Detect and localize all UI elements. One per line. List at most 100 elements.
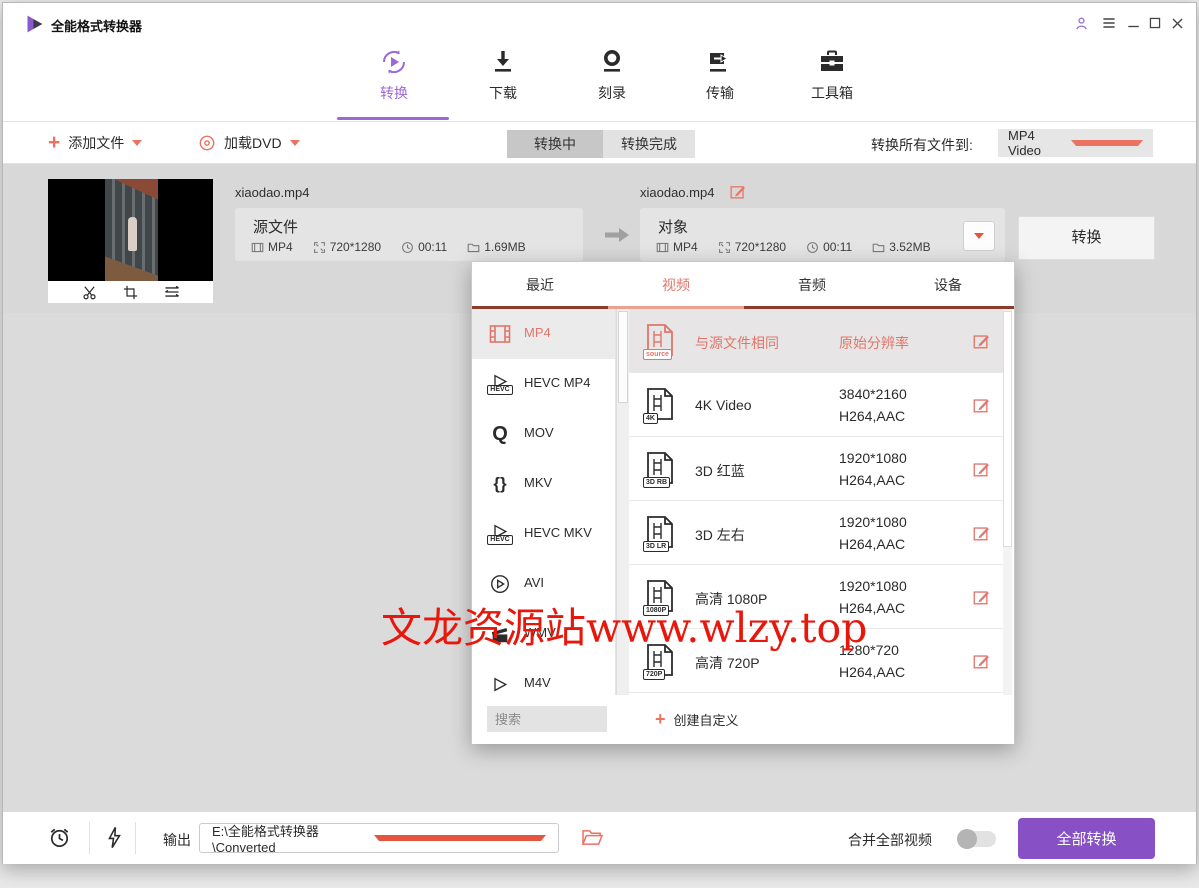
duration-stat: 00:11 bbox=[401, 240, 447, 254]
video-file-icon: 3D LR bbox=[643, 515, 679, 552]
thumbnail-toolbar bbox=[48, 281, 213, 303]
convert-all-to-label: 转换所有文件到: bbox=[871, 137, 973, 153]
close-button[interactable] bbox=[1167, 13, 1187, 33]
create-custom-button[interactable]: + 创建自定义 bbox=[655, 709, 739, 729]
merge-videos-toggle[interactable] bbox=[957, 829, 996, 849]
format-item-hevc-mkv[interactable]: HEVC HEVC MKV bbox=[472, 509, 615, 559]
preset-list: source 与源文件相同 原始分辨率 4K 4K Video 3840*216… bbox=[629, 309, 1006, 695]
preset-list-scrollbar[interactable] bbox=[1003, 309, 1012, 695]
maximize-button[interactable] bbox=[1145, 13, 1165, 33]
format-stat: MP4 bbox=[656, 240, 698, 254]
toolbox-icon bbox=[817, 47, 847, 79]
format-list: MP4 HEVC HEVC MP4 Q MOV {} MKV HEVC HEVC… bbox=[472, 309, 616, 695]
preset-hd-1080p[interactable]: 1080P 高清 1080P 1920*1080 H264,AAC bbox=[629, 565, 1006, 629]
play-hevc-icon: HEVC bbox=[486, 520, 514, 548]
size-stat: 1.69MB bbox=[467, 240, 526, 254]
account-icon[interactable] bbox=[1071, 13, 1091, 33]
tab-toolbox[interactable]: 工具箱 bbox=[787, 45, 877, 115]
popup-tab-device[interactable]: 设备 bbox=[880, 262, 1016, 306]
video-file-icon: 3D RB bbox=[643, 451, 679, 488]
preset-same-as-source[interactable]: source 与源文件相同 原始分辨率 bbox=[629, 309, 1006, 373]
popup-tab-recent[interactable]: 最近 bbox=[472, 262, 608, 306]
resize-icon bbox=[313, 241, 325, 253]
output-format-select[interactable]: MP4 Video bbox=[998, 128, 1153, 158]
download-icon bbox=[488, 47, 518, 79]
output-path-select[interactable]: E:\全能格式转换器\Converted bbox=[199, 823, 559, 855]
chevron-down-icon bbox=[374, 835, 546, 841]
chevron-down-icon bbox=[132, 140, 143, 146]
duration-stat: 00:11 bbox=[806, 240, 852, 254]
load-dvd-button[interactable]: 加载DVD bbox=[198, 122, 300, 164]
minimize-button[interactable] bbox=[1123, 13, 1143, 33]
rename-edit-icon[interactable] bbox=[729, 183, 747, 201]
schedule-icon[interactable] bbox=[47, 825, 72, 855]
popup-footer: + 创建自定义 bbox=[472, 695, 1014, 744]
crop-icon[interactable] bbox=[122, 284, 139, 301]
preset-4k-video[interactable]: 4K 4K Video 3840*2160 H264,AAC bbox=[629, 373, 1006, 437]
format-item-hevc-mp4[interactable]: HEVC HEVC MP4 bbox=[472, 359, 615, 409]
add-file-button[interactable]: + 添加文件 bbox=[48, 122, 143, 164]
target-info-panel: 对象 MP4 720*1280 00:11 3.52MB bbox=[640, 208, 1005, 261]
format-item-mkv[interactable]: {} MKV bbox=[472, 459, 615, 509]
target-format-dropdown-button[interactable] bbox=[963, 221, 995, 251]
edit-icon[interactable] bbox=[972, 396, 990, 414]
resize-icon bbox=[718, 241, 730, 253]
quicktime-icon: Q bbox=[492, 422, 508, 445]
tab-converting[interactable]: 转换中 bbox=[507, 130, 603, 158]
play-hevc-icon: HEVC bbox=[486, 370, 514, 398]
chevron-down-icon bbox=[1070, 140, 1143, 146]
menu-icon[interactable] bbox=[1099, 13, 1119, 33]
effects-icon[interactable] bbox=[163, 283, 181, 301]
format-item-mov[interactable]: Q MOV bbox=[472, 409, 615, 459]
format-item-mp4[interactable]: MP4 bbox=[472, 309, 615, 359]
output-label: 输出 bbox=[163, 832, 191, 848]
folder-icon bbox=[467, 243, 480, 252]
edit-icon[interactable] bbox=[972, 524, 990, 542]
convert-button[interactable]: 转换 bbox=[1018, 216, 1155, 260]
clock-icon bbox=[807, 241, 818, 253]
active-tab-underline bbox=[337, 117, 449, 120]
film-icon bbox=[251, 242, 264, 252]
title-bar: 全能格式转换器 bbox=[3, 3, 1196, 43]
video-file-icon: 1080P bbox=[643, 579, 679, 616]
tab-converted[interactable]: 转换完成 bbox=[603, 130, 695, 158]
edit-icon[interactable] bbox=[972, 652, 990, 670]
preset-hd-720p[interactable]: 720P 高清 720P 1280*720 H264,AAC bbox=[629, 629, 1006, 693]
plus-icon: + bbox=[655, 709, 666, 729]
folder-icon bbox=[872, 243, 885, 252]
tab-transfer[interactable]: 传输 bbox=[675, 45, 765, 115]
format-item-avi[interactable]: AVI bbox=[472, 559, 615, 609]
edit-icon[interactable] bbox=[972, 588, 990, 606]
format-list-scrollbar[interactable] bbox=[616, 309, 629, 695]
open-folder-icon[interactable] bbox=[581, 828, 604, 852]
resolution-stat: 720*1280 bbox=[313, 240, 381, 254]
edit-icon[interactable] bbox=[972, 460, 990, 478]
convert-icon bbox=[379, 47, 409, 79]
preset-3d-red-blue[interactable]: 3D RB 3D 红蓝 1920*1080 H264,AAC bbox=[629, 437, 1006, 501]
tab-burn[interactable]: 刻录 bbox=[567, 45, 657, 115]
bottom-bar: 输出 E:\全能格式转换器\Converted 合并全部视频 全部转换 bbox=[3, 811, 1196, 864]
trim-icon[interactable] bbox=[81, 284, 98, 301]
popup-tab-audio[interactable]: 音频 bbox=[744, 262, 880, 306]
size-stat: 3.52MB bbox=[872, 240, 931, 254]
matroska-icon: {} bbox=[493, 474, 507, 493]
format-item-wmv[interactable]: WMV bbox=[472, 609, 615, 659]
plus-icon: + bbox=[48, 131, 61, 154]
tab-convert[interactable]: 转换 bbox=[349, 45, 439, 115]
app-title: 全能格式转换器 bbox=[51, 19, 143, 34]
edit-icon[interactable] bbox=[972, 332, 990, 350]
video-file-icon: 720P bbox=[643, 643, 679, 680]
film-icon bbox=[656, 242, 669, 252]
merge-videos-label: 合并全部视频 bbox=[848, 832, 932, 848]
resolution-stat: 720*1280 bbox=[718, 240, 786, 254]
tab-download[interactable]: 下载 bbox=[458, 45, 548, 115]
film-icon bbox=[486, 320, 514, 348]
popup-tab-video[interactable]: 视频 bbox=[608, 262, 744, 306]
high-speed-icon[interactable] bbox=[103, 825, 125, 855]
convert-all-button[interactable]: 全部转换 bbox=[1018, 818, 1155, 859]
format-item-m4v[interactable]: M4V bbox=[472, 659, 615, 695]
chevron-down-icon bbox=[289, 140, 300, 146]
search-input[interactable] bbox=[487, 706, 607, 732]
source-file-name: xiaodao.mp4 bbox=[235, 185, 310, 200]
preset-3d-left-right[interactable]: 3D LR 3D 左右 1920*1080 H264,AAC bbox=[629, 501, 1006, 565]
